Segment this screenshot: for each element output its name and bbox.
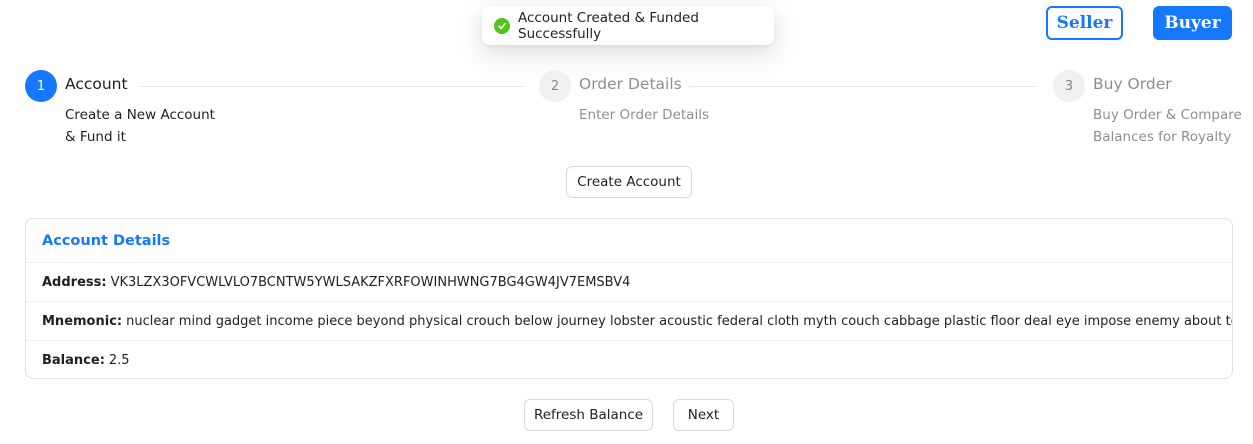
next-button[interactable]: Next	[673, 399, 734, 431]
seller-button[interactable]: Seller	[1046, 6, 1123, 40]
mnemonic-label: Mnemonic:	[42, 313, 123, 329]
toast-message: Account Created & Funded Successfully	[518, 9, 699, 42]
step-number: 2	[539, 70, 571, 102]
step-connector	[689, 86, 1037, 87]
step-number: 3	[1053, 70, 1085, 102]
step-title: Order Details	[579, 75, 682, 93]
create-account-button[interactable]: Create Account	[566, 166, 692, 198]
address-row: Address: VK3LZX3OFVCWLVLO7BCNTW5YWLSAKZF…	[26, 263, 1232, 302]
account-details-heading: Account Details	[26, 219, 1232, 263]
step-connector	[140, 86, 524, 87]
balance-row: Balance: 2.5	[26, 341, 1232, 378]
buyer-button[interactable]: Buyer	[1153, 6, 1232, 40]
step-number: 1	[25, 70, 57, 102]
balance-label: Balance:	[42, 352, 105, 368]
step-description: Create a New Account & Fund it	[65, 107, 215, 145]
step-description: Enter Order Details	[579, 107, 709, 123]
step-title: Account	[65, 75, 128, 93]
success-toast: Account Created & Funded Successfully	[482, 6, 774, 45]
check-circle-icon	[494, 17, 510, 34]
address-value: VK3LZX3OFVCWLVLO7BCNTW5YWLSAKZFXRFOWINHW…	[110, 274, 631, 290]
step-title: Buy Order	[1093, 75, 1172, 93]
balance-value: 2.5	[108, 352, 130, 368]
mnemonic-value: nuclear mind gadget income piece beyond …	[126, 313, 1233, 329]
refresh-balance-button[interactable]: Refresh Balance	[524, 399, 653, 431]
steps-progress: 1 Account Create a New Account & Fund it…	[25, 70, 1242, 150]
step-description: Buy Order & Compare Balances for Royalty	[1093, 107, 1242, 145]
address-label: Address:	[42, 274, 107, 290]
mnemonic-row: Mnemonic: nuclear mind gadget income pie…	[26, 302, 1232, 341]
account-details-card: Account Details Address: VK3LZX3OFVCWLVL…	[25, 218, 1233, 379]
